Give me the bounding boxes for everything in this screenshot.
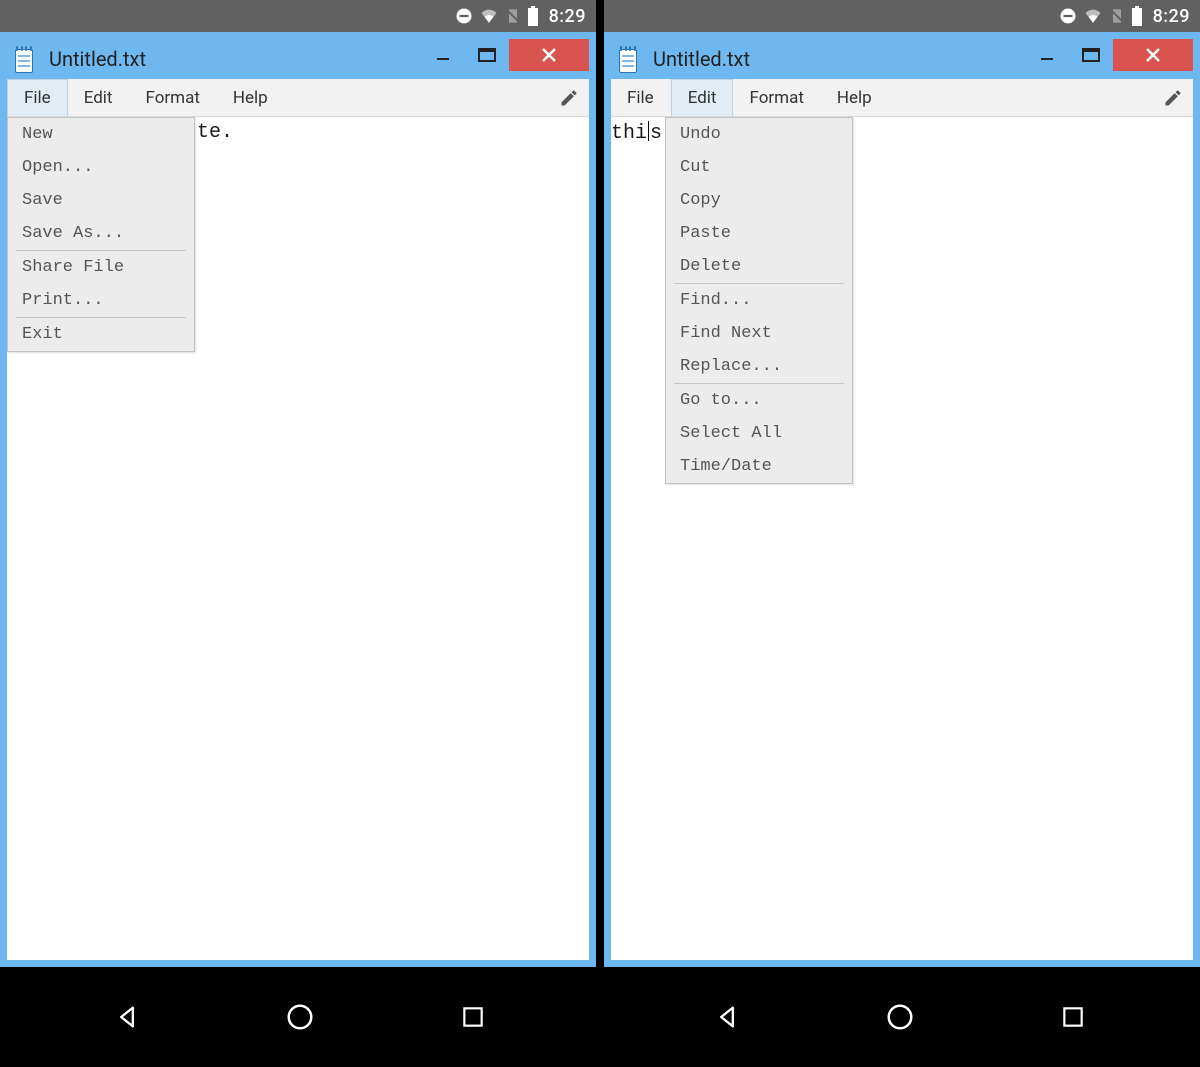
menu-file[interactable]: File [611, 79, 671, 116]
screen-right: 8:29 Untitled.txt [604, 0, 1200, 967]
menu-format[interactable]: Format [733, 79, 820, 116]
window-title: Untitled.txt [653, 47, 1025, 71]
window-controls [421, 39, 589, 71]
status-bar: 8:29 [0, 0, 596, 32]
file-menu-save-as[interactable]: Save As... [8, 217, 194, 250]
no-sim-icon [505, 7, 521, 25]
maximize-button[interactable] [465, 39, 509, 71]
title-bar: Untitled.txt [611, 39, 1193, 79]
notepad-icon [617, 45, 639, 73]
file-menu-print[interactable]: Print... [8, 284, 194, 317]
window-controls [1025, 39, 1193, 71]
text-after-cursor: s [650, 122, 662, 145]
maximize-button[interactable] [1069, 39, 1113, 71]
status-bar: 8:29 [604, 0, 1200, 32]
edit-menu-select-all[interactable]: Select All [666, 417, 852, 450]
wifi-icon [1083, 7, 1103, 25]
text-area[interactable]: this Undo Cut Copy Paste Delete Find... … [611, 117, 1193, 960]
file-menu-open[interactable]: Open... [8, 151, 194, 184]
menu-format[interactable]: Format [129, 79, 216, 116]
edit-menu-cut[interactable]: Cut [666, 151, 852, 184]
file-menu-new[interactable]: New [8, 118, 194, 151]
edit-pencil-icon[interactable] [1153, 79, 1193, 116]
do-not-disturb-icon [1059, 7, 1077, 25]
edit-menu-time-date[interactable]: Time/Date [666, 450, 852, 483]
close-button[interactable] [1113, 39, 1193, 71]
window-title: Untitled.txt [49, 47, 421, 71]
file-menu-share[interactable]: Share File [8, 251, 194, 284]
wifi-icon [479, 7, 499, 25]
edit-menu-delete[interactable]: Delete [666, 250, 852, 283]
file-dropdown: New Open... Save Save As... Share File P… [7, 117, 195, 352]
minimize-button[interactable] [421, 39, 465, 71]
file-menu-exit[interactable]: Exit [8, 318, 194, 351]
edit-menu-paste[interactable]: Paste [666, 217, 852, 250]
screen-left: 8:29 Untitled.txt [0, 0, 596, 967]
nav-home-button[interactable] [282, 999, 318, 1035]
edit-dropdown: Undo Cut Copy Paste Delete Find... Find … [665, 117, 853, 484]
text-area[interactable]: te. New Open... Save Save As... Share Fi… [7, 117, 589, 960]
status-time: 8:29 [1153, 6, 1190, 27]
nav-recent-button[interactable] [1055, 999, 1091, 1035]
do-not-disturb-icon [455, 7, 473, 25]
edit-pencil-icon[interactable] [549, 79, 589, 116]
nav-home-button[interactable] [882, 999, 918, 1035]
menu-edit[interactable]: Edit [68, 79, 130, 116]
edit-menu-replace[interactable]: Replace... [666, 350, 852, 383]
menu-edit[interactable]: Edit [671, 79, 734, 116]
minimize-button[interactable] [1025, 39, 1069, 71]
nav-recent-button[interactable] [455, 999, 491, 1035]
edit-menu-goto[interactable]: Go to... [666, 384, 852, 417]
menu-help[interactable]: Help [821, 79, 889, 116]
menubar: File Edit Format Help [611, 79, 1193, 117]
no-sim-icon [1109, 7, 1125, 25]
edit-menu-undo[interactable]: Undo [666, 118, 852, 151]
battery-icon [1131, 6, 1143, 26]
text-fragment: te. [197, 121, 233, 144]
battery-icon [527, 6, 539, 26]
status-time: 8:29 [549, 6, 586, 27]
text-content: this [611, 121, 662, 145]
window-frame: Untitled.txt File Edit Format [0, 32, 596, 967]
close-button[interactable] [509, 39, 589, 71]
file-menu-save[interactable]: Save [8, 184, 194, 217]
edit-menu-copy[interactable]: Copy [666, 184, 852, 217]
text-cursor [648, 121, 649, 141]
android-nav-bar [0, 967, 1200, 1067]
notepad-icon [13, 45, 35, 73]
nav-back-button[interactable] [109, 999, 145, 1035]
edit-menu-find[interactable]: Find... [666, 284, 852, 317]
menubar: File Edit Format Help [7, 79, 589, 117]
title-bar: Untitled.txt [7, 39, 589, 79]
menu-help[interactable]: Help [217, 79, 285, 116]
edit-menu-find-next[interactable]: Find Next [666, 317, 852, 350]
menu-file[interactable]: File [7, 79, 68, 116]
nav-back-button[interactable] [709, 999, 745, 1035]
window-frame: Untitled.txt File Edit Format [604, 32, 1200, 967]
text-before-cursor: thi [611, 122, 647, 145]
